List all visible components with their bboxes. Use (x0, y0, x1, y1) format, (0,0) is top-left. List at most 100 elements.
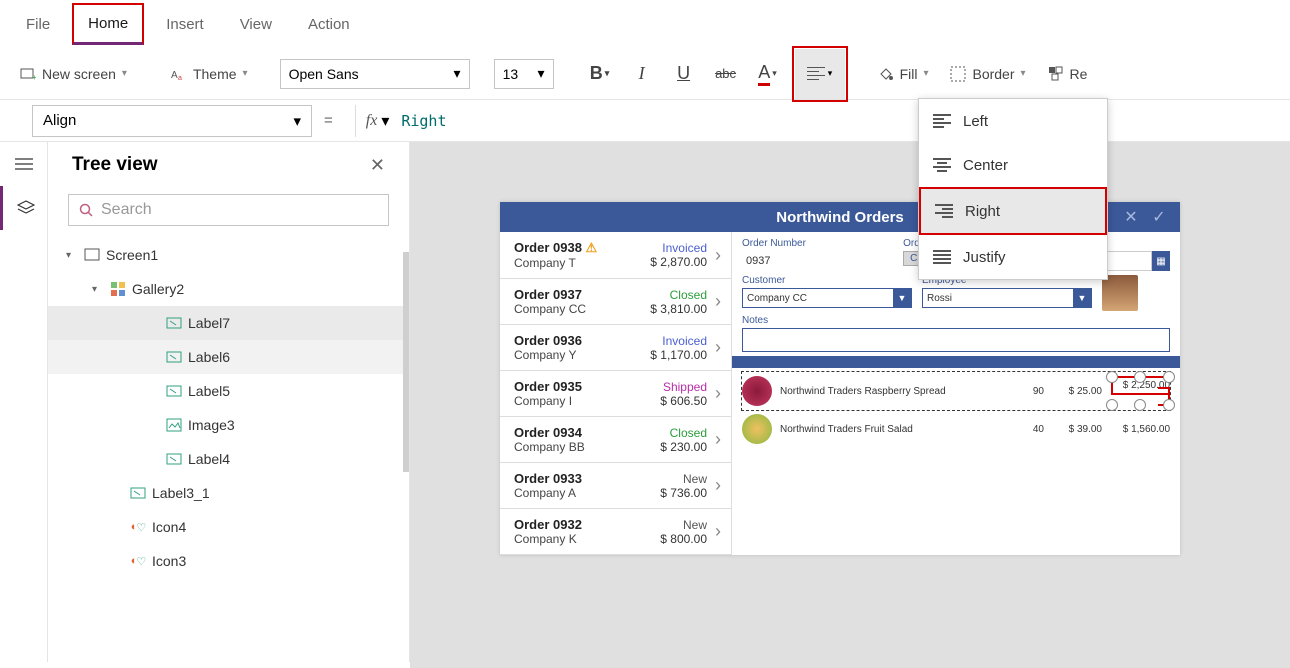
layers-icon (17, 200, 35, 216)
tree-item-label7[interactable]: Label7 (48, 306, 409, 340)
align-center-option[interactable]: Center (919, 143, 1107, 187)
order-id: Order 0933 (514, 471, 660, 486)
border-button[interactable]: Border ▾ (942, 60, 1033, 88)
dd-label: Right (965, 203, 1000, 220)
customer-label: Customer (742, 275, 912, 286)
italic-button[interactable]: I (624, 56, 660, 92)
search-input[interactable]: Search (68, 194, 389, 226)
align-icon (807, 67, 825, 81)
dd-label: Center (963, 157, 1008, 174)
ordernum-label: Order Number (742, 238, 893, 249)
theme-button[interactable]: Aa Theme ▾ (163, 60, 256, 88)
order-company: Company T (514, 256, 650, 270)
font-size-select[interactable]: 13 ▾ (494, 59, 554, 89)
chevron-down-icon: ▼ (893, 289, 911, 307)
notes-input[interactable] (742, 328, 1170, 352)
tree-item-gallery[interactable]: ▾ Gallery2 (48, 272, 409, 306)
align-center-icon (933, 158, 951, 172)
tree-view-button[interactable] (0, 186, 48, 230)
order-row[interactable]: Order 0935 Company I Shipped $ 606.50 › (500, 371, 731, 417)
image-icon (166, 417, 182, 433)
tree-item-label31[interactable]: Label3_1 (48, 476, 409, 510)
order-company: Company CC (514, 302, 650, 316)
tree-item-icon3[interactable]: ◐♡ Icon3 (48, 544, 409, 578)
line-qty: 90 (1014, 386, 1044, 397)
align-button[interactable]: ▾ (795, 49, 845, 99)
fx-label: fx (366, 112, 378, 130)
fill-button[interactable]: Fill ▾ (870, 60, 937, 88)
order-row[interactable]: Order 0934 Company BB Closed $ 230.00 › (500, 417, 731, 463)
property-value: Align (43, 112, 76, 129)
equals-sign: = (324, 112, 333, 129)
align-justify-option[interactable]: Justify (919, 235, 1107, 279)
customer-combo[interactable]: Company CC▼ (742, 288, 912, 308)
reorder-button[interactable]: Re (1040, 60, 1096, 88)
order-row[interactable]: Order 0933 Company A New $ 736.00 › (500, 463, 731, 509)
selected-label[interactable]: $ 2,250.00 (1111, 376, 1170, 406)
menu-action[interactable]: Action (294, 6, 364, 43)
new-screen-button[interactable]: + New screen ▾ (12, 60, 135, 88)
tree-item-icon4[interactable]: ◐♡ Icon4 (48, 510, 409, 544)
menu-insert[interactable]: Insert (152, 6, 218, 43)
tree-item-label6[interactable]: Label6 (48, 340, 409, 374)
new-screen-icon: + (20, 66, 36, 82)
chevron-right-icon: › (715, 521, 721, 542)
avatar (1102, 275, 1138, 311)
expand-icon[interactable]: ▾ (66, 250, 78, 261)
order-amount: $ 2,870.00 (650, 255, 707, 269)
tree-item-screen[interactable]: ▾ Screen1 (48, 238, 409, 272)
save-icon[interactable]: ✓ (1148, 206, 1170, 228)
align-button-highlight: ▾ (792, 46, 848, 102)
tree-label: Label6 (188, 349, 230, 365)
tree-item-image3[interactable]: Image3 (48, 408, 409, 442)
strikethrough-button[interactable]: abc (708, 56, 744, 92)
menu-view[interactable]: View (226, 6, 286, 43)
product-name: Northwind Traders Raspberry Spread (780, 386, 1006, 397)
align-dropdown: Left Center Right Justify (918, 98, 1108, 280)
calendar-icon[interactable]: ▦ (1152, 251, 1170, 271)
bold-button[interactable]: B▾ (582, 56, 618, 92)
chevron-down-icon: ▾ (243, 68, 248, 79)
font-color-button[interactable]: A▾ (750, 56, 786, 92)
menu-home[interactable]: Home (72, 3, 144, 45)
delete-icon[interactable]: ✕ (1120, 206, 1142, 228)
property-select[interactable]: Align ▾ (32, 105, 312, 137)
order-amount: $ 736.00 (660, 486, 707, 500)
align-left-option[interactable]: Left (919, 99, 1107, 143)
order-amount: $ 606.50 (660, 394, 707, 408)
order-row[interactable]: Order 0937 Company CC Closed $ 3,810.00 … (500, 279, 731, 325)
font-select[interactable]: Open Sans ▾ (280, 59, 470, 89)
underline-button[interactable]: U (666, 56, 702, 92)
tree-label: Label5 (188, 383, 230, 399)
order-row[interactable]: Order 0936 Company Y Invoiced $ 1,170.00… (500, 325, 731, 371)
canvas: Northwind Orders ✕ ✓ Order 0938 ⚠ Compan… (410, 142, 1290, 668)
menu-file[interactable]: File (12, 6, 64, 43)
expand-icon[interactable]: ▾ (92, 284, 104, 295)
formula-value[interactable]: Right (401, 112, 446, 130)
align-justify-icon (933, 250, 951, 264)
label-icon (166, 349, 182, 365)
fill-icon (878, 66, 894, 82)
employee-combo[interactable]: Rossi▼ (922, 288, 1092, 308)
align-left-icon (933, 114, 951, 128)
tree-item-label4[interactable]: Label4 (48, 442, 409, 476)
icon-group-icon: ◐♡ (130, 519, 146, 535)
theme-icon: Aa (171, 66, 187, 82)
scrollbar[interactable] (403, 252, 409, 472)
line-item[interactable]: Northwind Traders Raspberry Spread 90 $ … (742, 372, 1170, 410)
order-row[interactable]: Order 0938 ⚠ Company T Invoiced $ 2,870.… (500, 232, 731, 279)
size-value: 13 (503, 66, 519, 82)
line-price: $ 39.00 (1052, 424, 1102, 435)
chevron-down-icon[interactable]: ▾ (381, 111, 389, 131)
hamburger-button[interactable] (0, 142, 48, 186)
hamburger-icon (15, 157, 33, 171)
tree-label: Image3 (188, 417, 235, 433)
order-id: Order 0937 (514, 287, 650, 302)
close-icon[interactable]: ✕ (370, 155, 385, 176)
order-row[interactable]: Order 0932 Company K New $ 800.00 › (500, 509, 731, 555)
align-right-option[interactable]: Right (921, 189, 1105, 233)
line-item[interactable]: Northwind Traders Fruit Salad 40 $ 39.00… (742, 410, 1170, 448)
theme-label: Theme (193, 66, 237, 82)
tree-item-label5[interactable]: Label5 (48, 374, 409, 408)
tree-label: Screen1 (106, 247, 158, 263)
